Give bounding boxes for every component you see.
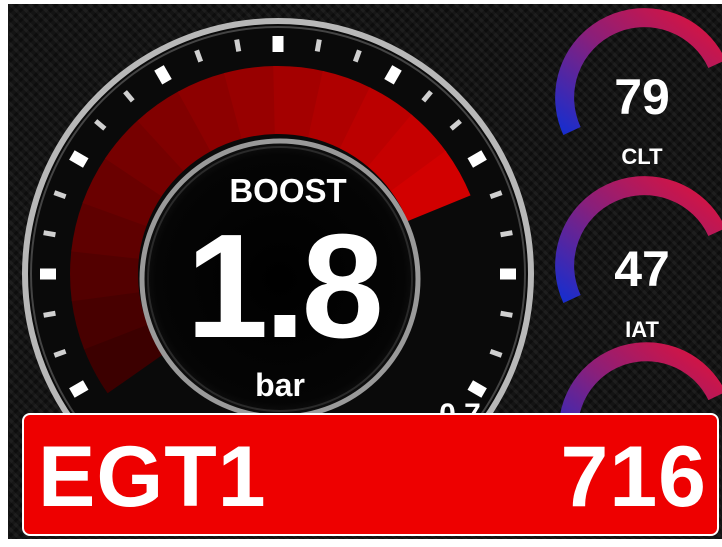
minor-tick xyxy=(500,230,513,238)
dashboard-screen: BOOST 1.8 bar 0.7 79 CLT 47 IAT EGT1 716 xyxy=(8,4,722,539)
egt-label: EGT1 xyxy=(38,429,267,525)
minor-tick xyxy=(500,310,513,318)
boost-unit: bar xyxy=(255,367,305,403)
minor-tick xyxy=(234,39,242,52)
iat-gauge: 47 IAT xyxy=(555,176,722,342)
egt-alert-banner: EGT1 716 xyxy=(22,413,719,536)
egt-value: 716 xyxy=(560,429,707,525)
major-tick xyxy=(69,150,89,168)
iat-value: 47 xyxy=(614,241,670,297)
clt-label: CLT xyxy=(621,144,663,169)
major-tick xyxy=(467,380,487,398)
minor-tick xyxy=(43,310,56,318)
iat-label: IAT xyxy=(625,317,659,342)
major-tick xyxy=(467,150,487,168)
major-tick xyxy=(154,65,172,85)
clt-value: 79 xyxy=(614,69,670,125)
clt-gauge: 79 CLT xyxy=(555,8,722,169)
major-tick xyxy=(69,380,89,398)
boost-value: 1.8 xyxy=(186,204,380,369)
major-tick xyxy=(384,65,402,85)
minor-tick xyxy=(314,39,322,52)
minor-tick xyxy=(43,230,56,238)
